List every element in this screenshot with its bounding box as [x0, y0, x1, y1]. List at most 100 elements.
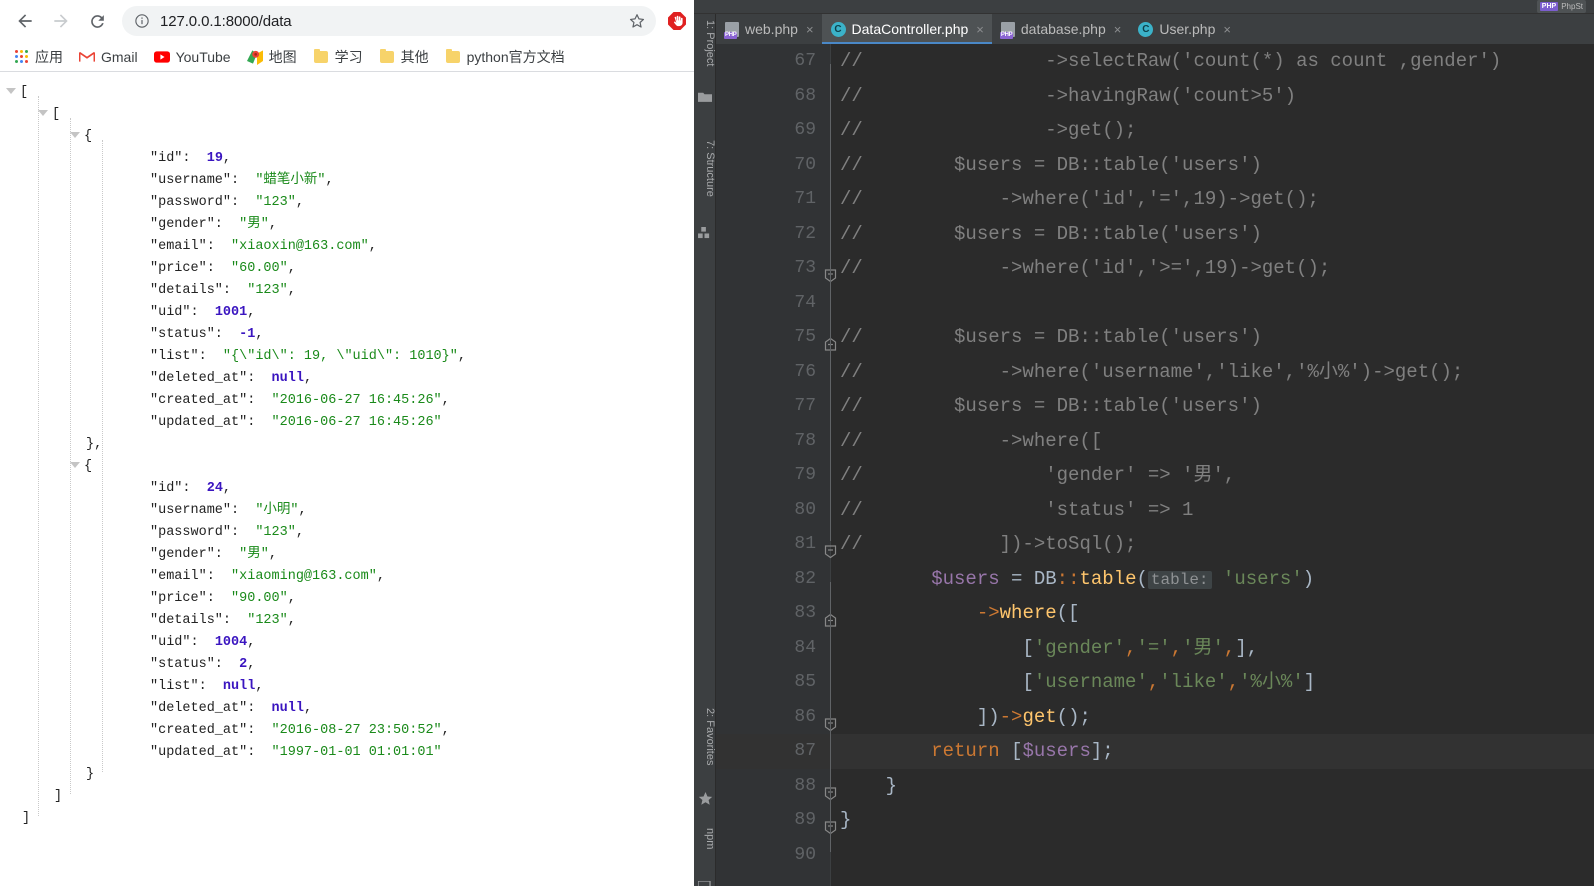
line-number: 79: [794, 465, 816, 485]
star-icon[interactable]: [698, 792, 713, 806]
bookmark-youtube[interactable]: YouTube: [147, 46, 238, 68]
code-token: ): [1302, 567, 1315, 590]
json-disclosure-triangle[interactable]: [70, 132, 80, 139]
code-line[interactable]: 77 // $users = DB::table('users'): [716, 389, 1594, 424]
json-disclosure-triangle[interactable]: [70, 462, 80, 469]
json-line: ″created_at″: ″2016-06-27 16:45:26″,: [0, 390, 700, 412]
code-token: ],: [1235, 636, 1259, 659]
code-line[interactable]: 71 // ->where('id','=',19)->get();: [716, 182, 1594, 217]
url-text[interactable]: 127.0.0.1:8000/data: [160, 13, 622, 30]
json-token: -1: [239, 327, 256, 342]
line-number: 86: [794, 706, 816, 727]
address-bar[interactable]: 127.0.0.1:8000/data: [122, 6, 656, 36]
editor-tab-datacontroller-php[interactable]: C DataController.php ×: [821, 14, 993, 44]
close-icon[interactable]: ×: [1223, 22, 1231, 37]
json-token: ]: [22, 811, 31, 826]
close-icon[interactable]: ×: [806, 22, 814, 37]
code-line[interactable]: 79 // 'gender' => '男',: [716, 458, 1594, 493]
bookmark-apps[interactable]: 应用: [6, 44, 70, 70]
code-line[interactable]: 89}: [716, 803, 1594, 838]
json-token: null: [271, 371, 304, 386]
code-line[interactable]: 69 // ->get();: [716, 113, 1594, 148]
json-indent-guide: [38, 96, 39, 816]
code-token: ,: [1170, 636, 1183, 659]
bookmark-folder-python-docs[interactable]: python官方文档: [438, 44, 572, 70]
code-token: DB: [1033, 567, 1057, 590]
code-token: // ->where('id','=',19)->get();: [840, 188, 1319, 210]
code-line[interactable]: 88 }: [716, 769, 1594, 804]
code-token: ->: [999, 705, 1023, 728]
line-number: 74: [794, 292, 816, 313]
json-token: ,: [295, 195, 304, 210]
code-line[interactable]: 74: [716, 286, 1594, 321]
code-editor[interactable]: 67 // ->selectRaw('count(*) as count ,gen…: [716, 44, 1594, 886]
json-token: ″list″:: [150, 679, 207, 694]
code-line[interactable]: 76 // ->where('username','like','%小%')->g…: [716, 355, 1594, 390]
code-line[interactable]: 70 // $users = DB::table('users'): [716, 148, 1594, 183]
close-icon[interactable]: ×: [1114, 22, 1122, 37]
json-token: ″status″:: [150, 327, 223, 342]
line-number: 87: [794, 741, 816, 761]
close-icon[interactable]: ×: [976, 22, 984, 37]
browser-window: 127.0.0.1:8000/data 应用 Gmail YouTube 地图 …: [0, 0, 700, 886]
code-line[interactable]: 72 // $users = DB::table('users'): [716, 217, 1594, 252]
editor-tab-user-php[interactable]: C User.php ×: [1129, 14, 1239, 44]
adblock-extension-button[interactable]: [662, 6, 692, 36]
line-number: 69: [794, 120, 816, 140]
code-line[interactable]: 84 ['gender','=','男',],: [716, 631, 1594, 666]
json-token: ,: [247, 657, 256, 672]
json-indent-guide: [102, 140, 103, 772]
code-token: 'username': [1033, 671, 1148, 693]
bookmark-folder-study[interactable]: 学习: [306, 44, 370, 70]
code-line[interactable]: 83 ->where([: [716, 596, 1594, 631]
code-line[interactable]: 68 // ->havingRaw('count>5'): [716, 79, 1594, 114]
json-token: ″deleted_at″:: [150, 371, 256, 386]
code-line[interactable]: 78 // ->where([: [716, 424, 1594, 459]
forward-button[interactable]: [44, 4, 78, 38]
php-class-icon: C: [830, 21, 846, 37]
json-token: 24: [206, 481, 223, 496]
gmail-icon: [79, 49, 95, 65]
reload-button[interactable]: [80, 4, 114, 38]
json-token: }: [86, 767, 95, 782]
structure-icon[interactable]: [698, 226, 712, 240]
code-token: [: [999, 740, 1023, 762]
json-token: ″email″:: [150, 239, 215, 254]
code-line[interactable]: 73 // ->where('id','>=',19)->get();: [716, 251, 1594, 286]
json-token: ″updated_at″:: [150, 415, 256, 430]
code-line[interactable]: 85 ['username','like','%小%']: [716, 665, 1594, 700]
sidebar-item-favorites[interactable]: 2: Favorites: [694, 704, 716, 765]
bookmark-maps[interactable]: 地图: [240, 44, 304, 70]
code-line[interactable]: 81 // ])->toSql();: [716, 527, 1594, 562]
code-line[interactable]: 86 ])->get();: [716, 700, 1594, 735]
json-line: ″username″: ″蜡笔小新″,: [0, 170, 700, 192]
code-line[interactable]: 67 // ->selectRaw('count(*) as count ,gen…: [716, 44, 1594, 79]
bookmark-star-icon[interactable]: [628, 12, 646, 30]
sidebar-item-structure[interactable]: 7: Structure: [694, 136, 716, 197]
code-line[interactable]: 87 return [$users];: [716, 734, 1594, 769]
info-circle-icon[interactable]: [134, 13, 150, 29]
json-disclosure-triangle[interactable]: [38, 110, 48, 117]
bookmark-folder-other[interactable]: 其他: [372, 44, 436, 70]
bookmark-gmail[interactable]: Gmail: [72, 46, 145, 68]
code-text: ->where([: [840, 596, 1080, 631]
code-token: (: [1136, 567, 1148, 590]
back-button[interactable]: [8, 4, 42, 38]
editor-tab-web-php[interactable]: web.php ×: [716, 14, 822, 44]
project-folder-icon[interactable]: [698, 90, 712, 104]
sidebar-item-npm[interactable]: npm: [694, 824, 716, 849]
json-token: null: [271, 701, 304, 716]
json-token: ,: [268, 547, 277, 562]
code-line[interactable]: 80 // 'status' => 1: [716, 493, 1594, 528]
code-line[interactable]: 90: [716, 838, 1594, 873]
code-line[interactable]: 75 // $users = DB::table('users'): [716, 320, 1594, 355]
editor-tab-database-php[interactable]: database.php ×: [992, 14, 1129, 44]
json-disclosure-triangle[interactable]: [6, 88, 16, 95]
sidebar-item-project[interactable]: 1: Project: [694, 16, 716, 66]
breadcrumb-text: PhpSt: [1561, 2, 1583, 11]
npm-icon[interactable]: [697, 880, 712, 886]
code-line[interactable]: 82 $users = DB::table(table: 'users'): [716, 562, 1594, 597]
reload-icon: [90, 14, 104, 28]
